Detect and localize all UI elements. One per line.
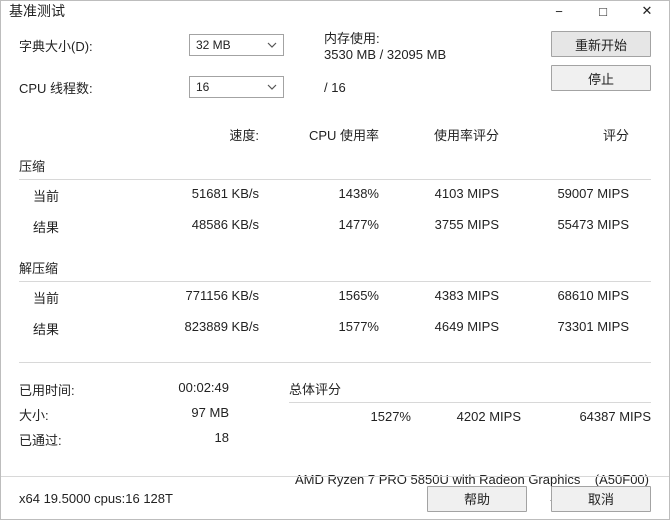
close-button[interactable]: ✕	[625, 1, 669, 21]
elapsed-label: 已用时间:	[19, 380, 139, 399]
row-label: 结果	[19, 217, 89, 236]
cell: 4649 MIPS	[379, 319, 499, 338]
row-label: 当前	[19, 186, 89, 205]
cell: 68610 MIPS	[499, 288, 629, 307]
table-row: 结果 823889 KB/s 1577% 4649 MIPS 73301 MIP…	[19, 313, 651, 344]
overall-cpu: 1527%	[301, 409, 411, 424]
action-buttons: 重新开始 停止	[551, 31, 651, 91]
passed-label: 已通过:	[19, 430, 139, 449]
cell: 1477%	[259, 217, 379, 236]
elapsed-value: 00:02:49	[139, 380, 259, 399]
dict-size-select[interactable]: 32 MB	[189, 34, 284, 56]
row-label: 结果	[19, 319, 89, 338]
hdr-cpu: CPU 使用率	[259, 125, 379, 144]
threads-label: CPU 线程数:	[19, 78, 189, 97]
mem-info: 内存使用: 3530 MB / 32095 MB	[284, 28, 446, 62]
help-button[interactable]: 帮助	[427, 486, 527, 512]
compress-title: 压缩	[19, 154, 651, 180]
hdr-rating: 使用率评分	[379, 125, 499, 144]
divider	[19, 362, 651, 363]
maximize-button[interactable]: □	[581, 1, 625, 21]
overall-score: 64387 MIPS	[521, 409, 651, 424]
cell: 1577%	[259, 319, 379, 338]
summary-right: 总体评分 1527% 4202 MIPS 64387 MIPS	[289, 377, 651, 452]
cell: 4103 MIPS	[379, 186, 499, 205]
benchmark-window: 基准测试 − □ ✕ 重新开始 停止 字典大小(D): 32 MB 内存使用: …	[0, 0, 670, 520]
chevron-down-icon	[267, 81, 277, 95]
mem-label: 内存使用:	[324, 28, 446, 47]
size-value: 97 MB	[139, 405, 259, 424]
dict-size-value: 32 MB	[196, 38, 231, 52]
window-title: 基准测试	[9, 1, 537, 21]
stop-button[interactable]: 停止	[551, 65, 651, 91]
overall-rating: 4202 MIPS	[411, 409, 521, 424]
overall-title: 总体评分	[289, 377, 651, 403]
titlebar: 基准测试 − □ ✕	[1, 1, 669, 21]
size-label: 大小:	[19, 405, 139, 424]
column-headers: 速度: CPU 使用率 使用率评分 评分	[19, 125, 651, 144]
summary-left: 已用时间:00:02:49 大小:97 MB 已通过:18	[19, 377, 289, 452]
cell: 1438%	[259, 186, 379, 205]
cell: 59007 MIPS	[499, 186, 629, 205]
threads-select[interactable]: 16	[189, 76, 284, 98]
restart-button[interactable]: 重新开始	[551, 31, 651, 57]
cell: 823889 KB/s	[89, 319, 259, 338]
hdr-score: 评分	[499, 125, 629, 144]
table-row: 当前 771156 KB/s 1565% 4383 MIPS 68610 MIP…	[19, 282, 651, 313]
build-info: x64 19.5000 cpus:16 128T	[19, 491, 427, 506]
content: 重新开始 停止 字典大小(D): 32 MB 内存使用: 3530 MB / 3…	[1, 21, 669, 520]
cell: 3755 MIPS	[379, 217, 499, 236]
cell: 55473 MIPS	[499, 217, 629, 236]
cell: 73301 MIPS	[499, 319, 629, 338]
cell: 1565%	[259, 288, 379, 307]
cell: 4383 MIPS	[379, 288, 499, 307]
minimize-button[interactable]: −	[537, 1, 581, 21]
decompress-title: 解压缩	[19, 256, 651, 282]
hdr-speed: 速度:	[89, 125, 259, 144]
footer: x64 19.5000 cpus:16 128T 帮助 取消	[1, 476, 669, 520]
chevron-down-icon	[267, 39, 277, 53]
mem-value: 3530 MB / 32095 MB	[324, 47, 446, 62]
threads-value: 16	[196, 80, 209, 94]
dict-size-label: 字典大小(D):	[19, 36, 189, 55]
cell: 48586 KB/s	[89, 217, 259, 236]
row-label: 当前	[19, 288, 89, 307]
table-row: 当前 51681 KB/s 1438% 4103 MIPS 59007 MIPS	[19, 180, 651, 211]
cell: 51681 KB/s	[89, 186, 259, 205]
table-row: 结果 48586 KB/s 1477% 3755 MIPS 55473 MIPS	[19, 211, 651, 242]
cell: 771156 KB/s	[89, 288, 259, 307]
passed-value: 18	[139, 430, 259, 449]
cancel-button[interactable]: 取消	[551, 486, 651, 512]
threads-total: / 16	[284, 80, 346, 95]
window-buttons: − □ ✕	[537, 1, 669, 21]
